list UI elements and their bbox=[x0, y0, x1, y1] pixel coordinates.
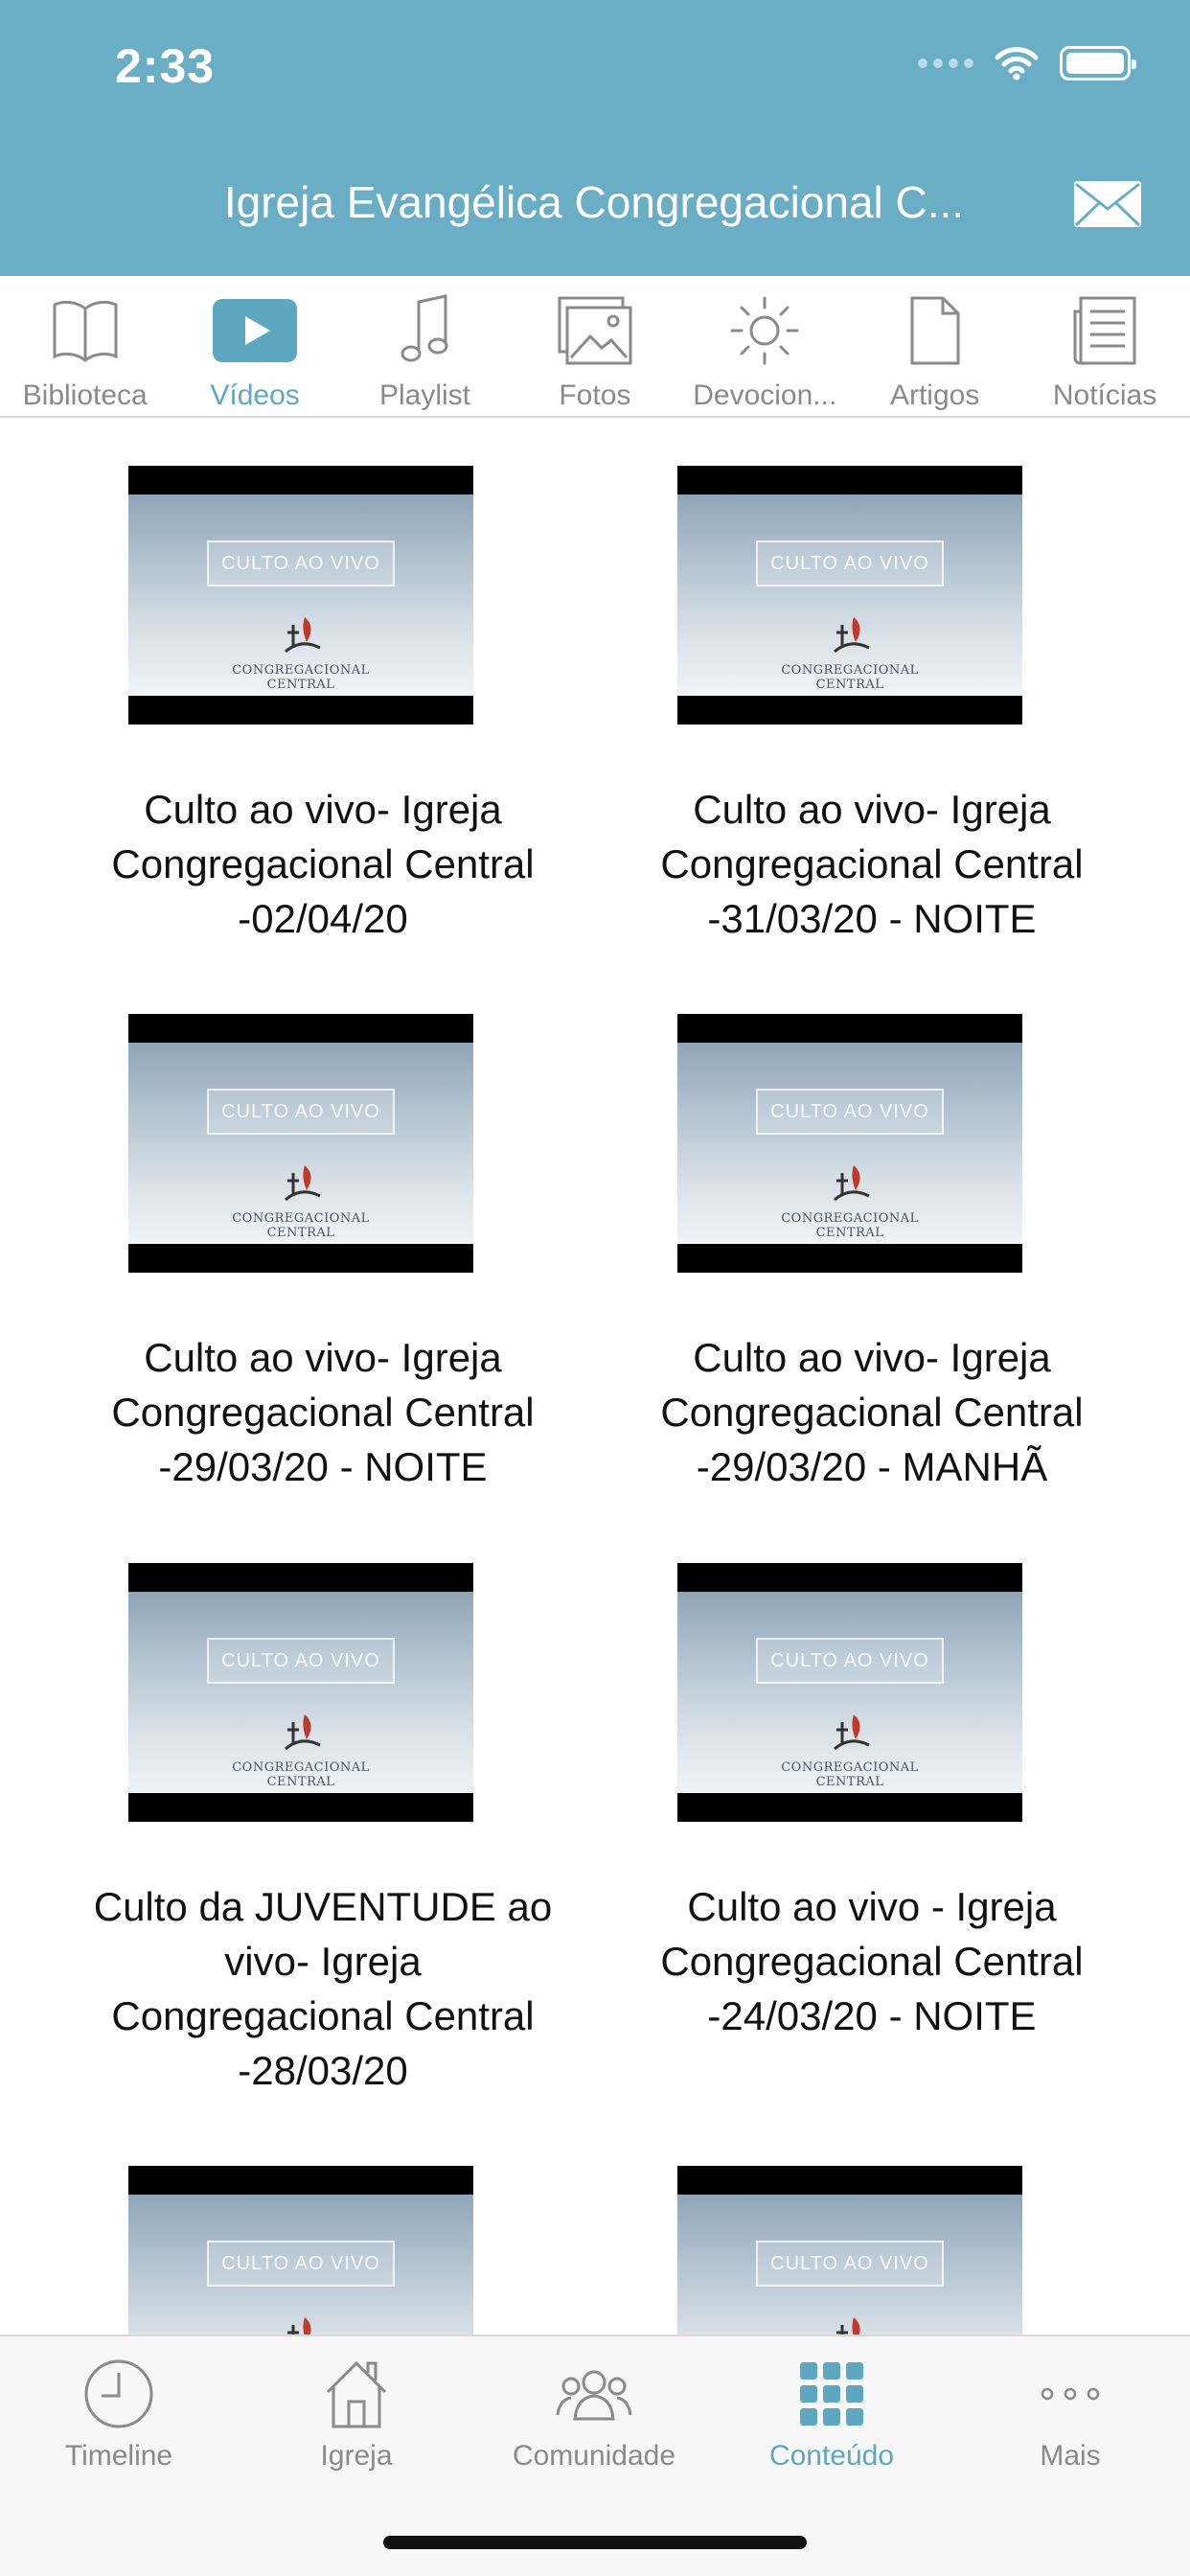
video-title[interactable]: Culto ao vivo - Igreja Congregacional Ce… bbox=[656, 1879, 1087, 2043]
thumbnail-badge: CULTO AO VIVO bbox=[207, 1089, 395, 1135]
clock-icon bbox=[80, 2356, 157, 2432]
tab-label: Vídeos bbox=[210, 380, 300, 411]
document-icon bbox=[891, 293, 979, 368]
video-thumbnail[interactable]: CULTO AO VIVO CONGREGACIONAL CENTRAL bbox=[128, 466, 473, 724]
thumbnail-subtitle: CONGREGACIONAL CENTRAL bbox=[232, 1211, 370, 1240]
tab-label: Comunidade bbox=[512, 2440, 676, 2472]
status-icons bbox=[918, 44, 1136, 82]
tab-label: Fotos bbox=[559, 380, 631, 411]
tab-igreja[interactable]: Igreja bbox=[238, 2336, 475, 2499]
mail-icon[interactable] bbox=[1073, 180, 1142, 228]
photos-icon bbox=[551, 293, 639, 368]
tab-label: Mais bbox=[1040, 2440, 1101, 2472]
video-thumbnail[interactable]: CULTO AO VIVO CONGREGACIONAL CENTRAL bbox=[128, 1563, 473, 1822]
grid-icon bbox=[793, 2356, 870, 2432]
thumbnail-badge: CULTO AO VIVO bbox=[756, 2241, 944, 2287]
church-icon bbox=[318, 2356, 395, 2432]
video-grid: CULTO AO VIVO CONGREGACIONAL CENTRAL Cul… bbox=[0, 420, 1190, 2334]
news-icon bbox=[1061, 293, 1149, 368]
tab-label: Conteúdo bbox=[768, 2440, 895, 2472]
tab-label: Timeline bbox=[64, 2440, 173, 2472]
thumbnail-subtitle: CONGREGACIONAL CENTRAL bbox=[781, 1211, 919, 1240]
video-thumbnail[interactable]: CULTO AO VIVO CONGREGACIONAL CENTRAL bbox=[677, 2166, 1022, 2334]
video-title[interactable]: Culto ao vivo- Igreja Congregacional Cen… bbox=[107, 1330, 538, 1494]
play-icon bbox=[211, 293, 299, 368]
tab-devocional[interactable]: Devocion... bbox=[680, 276, 850, 416]
thumbnail-subtitle: CONGREGACIONAL CENTRAL bbox=[781, 663, 919, 692]
church-logo-icon bbox=[834, 1165, 870, 1202]
status-time: 2:33 bbox=[115, 39, 216, 93]
thumbnail-badge: CULTO AO VIVO bbox=[756, 1638, 944, 1684]
thumbnail-subtitle: CONGREGACIONAL CENTRAL bbox=[232, 1760, 370, 1789]
tab-biblioteca[interactable]: Biblioteca bbox=[0, 276, 170, 416]
video-thumbnail[interactable]: CULTO AO VIVO CONGREGACIONAL CENTRAL bbox=[128, 2166, 473, 2334]
thumbnail-badge: CULTO AO VIVO bbox=[756, 540, 944, 586]
church-logo-icon bbox=[285, 617, 321, 654]
signal-icon bbox=[918, 58, 973, 68]
church-logo-icon bbox=[285, 1714, 321, 1751]
thumbnail-subtitle: CONGREGACIONAL CENTRAL bbox=[232, 663, 370, 692]
tab-label: Notícias bbox=[1052, 380, 1157, 411]
page-title: Igreja Evangélica Congregacional C... bbox=[223, 177, 965, 227]
tab-comunidade[interactable]: Comunidade bbox=[475, 2336, 713, 2499]
content-tabs: Biblioteca Vídeos Playlist Fotos Devocio… bbox=[0, 276, 1190, 418]
tab-fotos[interactable]: Fotos bbox=[510, 276, 679, 416]
tab-label: Biblioteca bbox=[22, 380, 148, 411]
church-logo-icon bbox=[834, 1714, 870, 1751]
video-thumbnail[interactable]: CULTO AO VIVO CONGREGACIONAL CENTRAL bbox=[677, 466, 1022, 724]
battery-icon bbox=[1060, 46, 1136, 80]
video-thumbnail[interactable]: CULTO AO VIVO CONGREGACIONAL CENTRAL bbox=[128, 1014, 473, 1273]
people-icon bbox=[556, 2356, 632, 2432]
church-logo-icon bbox=[287, 2317, 311, 2334]
tab-label: Artigos bbox=[889, 380, 980, 411]
church-logo-icon bbox=[836, 2317, 860, 2334]
book-icon bbox=[41, 293, 129, 368]
video-title[interactable]: Culto ao vivo- Igreja Congregacional Cen… bbox=[656, 1330, 1087, 1494]
home-indicator[interactable] bbox=[383, 2536, 807, 2549]
sun-icon bbox=[721, 293, 809, 368]
tab-label: Playlist bbox=[378, 380, 470, 411]
church-logo-icon bbox=[834, 617, 870, 654]
wifi-icon bbox=[995, 47, 1039, 80]
tab-conteudo[interactable]: Conteúdo bbox=[713, 2336, 950, 2499]
tab-videos[interactable]: Vídeos bbox=[170, 276, 339, 416]
app-header: 2:33 Igreja Evangélica Congregacional C.… bbox=[0, 0, 1190, 276]
church-logo-icon bbox=[285, 1165, 321, 1202]
thumbnail-badge: CULTO AO VIVO bbox=[756, 1089, 944, 1135]
thumbnail-subtitle: CONGREGACIONAL CENTRAL bbox=[781, 1760, 919, 1789]
tab-playlist[interactable]: Playlist bbox=[340, 276, 510, 416]
tab-timeline[interactable]: Timeline bbox=[0, 2336, 238, 2499]
thumbnail-badge: CULTO AO VIVO bbox=[207, 1638, 395, 1684]
tab-artigos[interactable]: Artigos bbox=[850, 276, 1019, 416]
video-thumbnail[interactable]: CULTO AO VIVO CONGREGACIONAL CENTRAL bbox=[677, 1563, 1022, 1822]
video-title[interactable]: Culto ao vivo- Igreja Congregacional Cen… bbox=[107, 782, 538, 946]
video-title[interactable]: Culto ao vivo- Igreja Congregacional Cen… bbox=[656, 782, 1087, 946]
video-thumbnail[interactable]: CULTO AO VIVO CONGREGACIONAL CENTRAL bbox=[677, 1014, 1022, 1273]
tab-label: Igreja bbox=[320, 2440, 393, 2472]
thumbnail-badge: CULTO AO VIVO bbox=[207, 540, 395, 586]
thumbnail-badge: CULTO AO VIVO bbox=[207, 2241, 395, 2287]
video-title[interactable]: Culto da JUVENTUDE ao vivo- Igreja Congr… bbox=[88, 1879, 558, 2098]
tab-label: Devocion... bbox=[693, 380, 837, 411]
more-icon bbox=[1032, 2356, 1109, 2432]
music-note-icon bbox=[380, 293, 469, 368]
tab-noticias[interactable]: Notícias bbox=[1019, 276, 1189, 416]
tab-mais[interactable]: Mais bbox=[950, 2336, 1190, 2499]
